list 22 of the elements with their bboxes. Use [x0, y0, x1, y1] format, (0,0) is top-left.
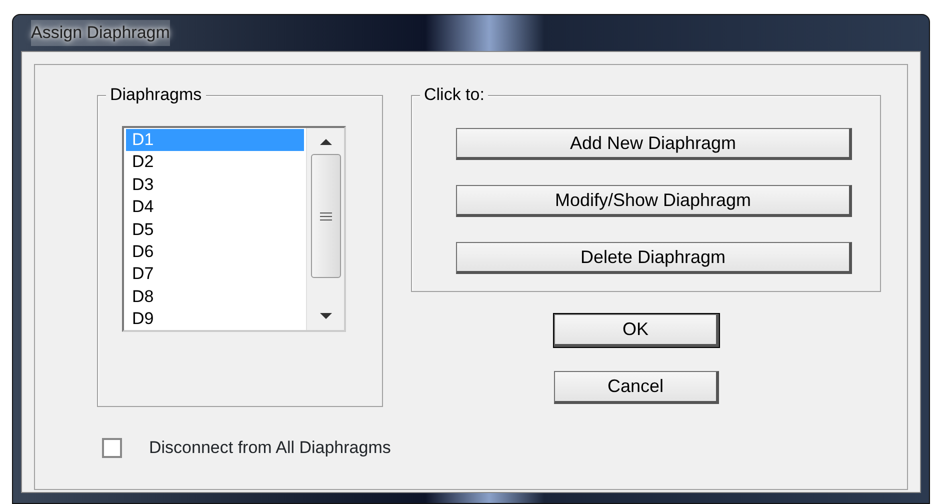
list-item[interactable]: D5: [126, 218, 304, 242]
window-title: Assign Diaphragm: [31, 20, 170, 46]
list-item[interactable]: D2: [126, 151, 304, 174]
list-item[interactable]: D6: [126, 241, 304, 264]
dialog-button[interactable]: Cancel: [554, 371, 719, 404]
list-item[interactable]: D3: [126, 174, 304, 196]
list-item[interactable]: D7: [126, 263, 304, 286]
grip-icon: [320, 212, 332, 220]
list-item[interactable]: D8: [126, 286, 304, 308]
dialog-button[interactable]: OK: [554, 314, 719, 347]
action-button[interactable]: Delete Diaphragm: [456, 242, 852, 274]
list-item[interactable]: D9: [126, 308, 304, 331]
diaphragm-listbox[interactable]: D1 D2 D3 D4 D5 D6 D7 D8 D9: [122, 126, 346, 332]
checkbox-label: Disconnect from All Diaphragms: [149, 437, 391, 459]
scroll-up-icon[interactable]: [318, 138, 332, 146]
list-item[interactable]: D4: [126, 196, 304, 219]
group-label: Diaphragms: [106, 85, 206, 105]
checkbox[interactable]: [102, 438, 122, 458]
scrollbar-thumb[interactable]: [310, 154, 340, 278]
scroll-down-icon[interactable]: [318, 312, 332, 320]
action-button[interactable]: Modify/Show Diaphragm: [456, 185, 852, 217]
action-button[interactable]: Add New Diaphragm: [456, 128, 852, 160]
